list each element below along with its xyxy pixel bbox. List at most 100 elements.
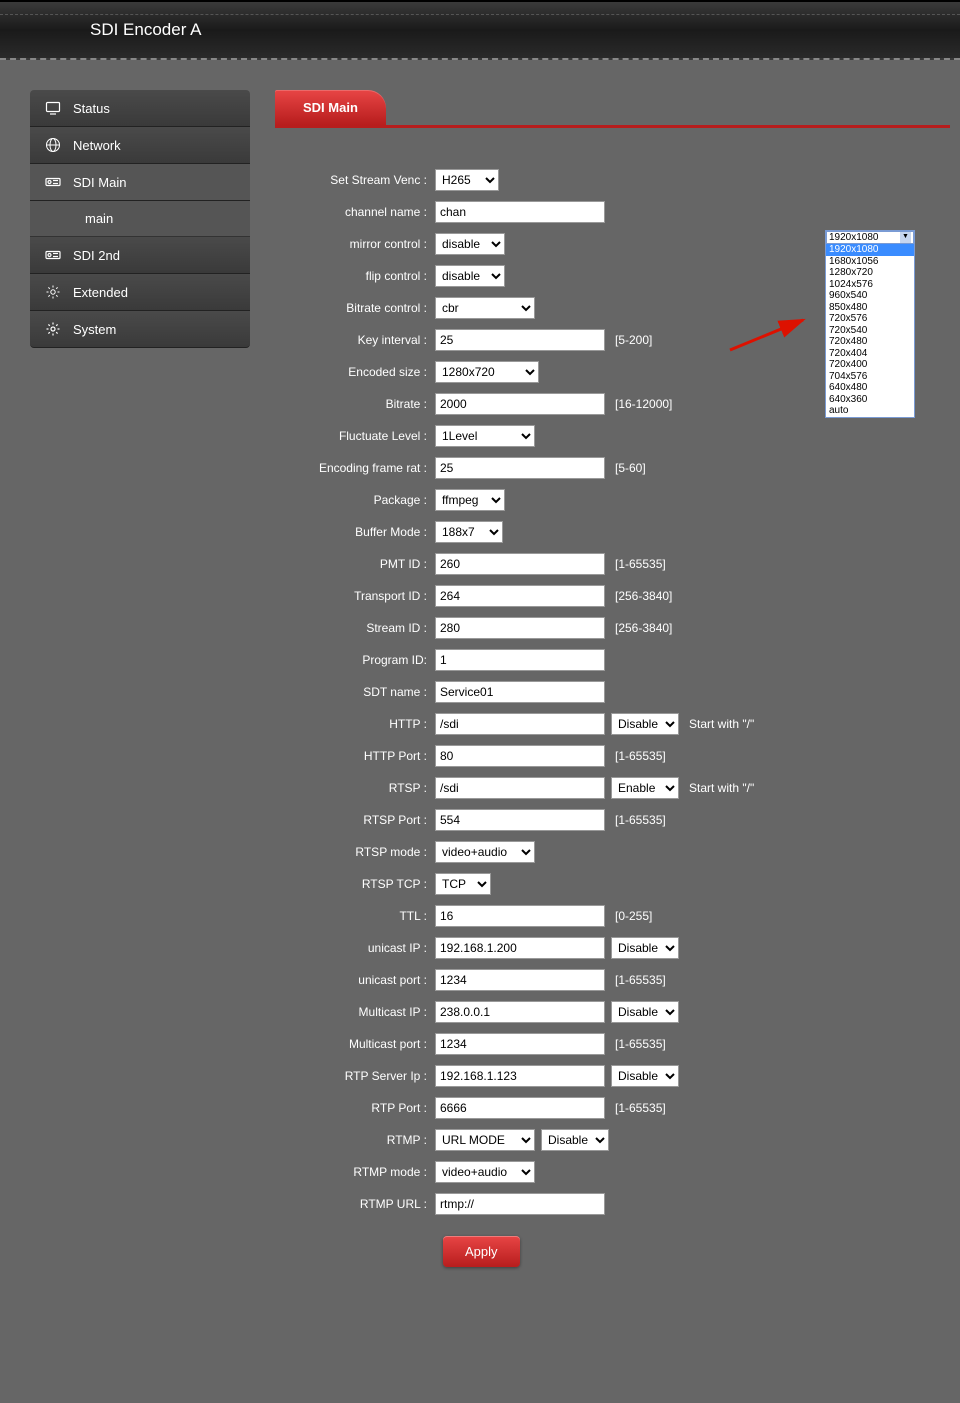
encoded-size-dropdown[interactable]: 1920x1080 ▼ 1920x1080 1680x1056 1280x720… xyxy=(825,230,915,418)
tab-sdi-main[interactable]: SDI Main xyxy=(275,90,386,125)
input-unicast-ip[interactable] xyxy=(435,937,605,959)
sidebar-item-sdi-2nd[interactable]: SDI 2nd xyxy=(30,237,250,274)
sidebar-item-system[interactable]: System xyxy=(30,311,250,348)
label-channel-name: channel name : xyxy=(275,205,435,219)
label-package: Package : xyxy=(275,493,435,507)
dropdown-option[interactable]: 1280x720 xyxy=(826,267,914,279)
input-unicast-port[interactable] xyxy=(435,969,605,991)
hint-ttl: [0-255] xyxy=(615,909,652,923)
select-package[interactable]: ffmpeg xyxy=(435,489,505,511)
dropdown-option[interactable]: 720x576 xyxy=(826,313,914,325)
sidebar-item-sdi-main[interactable]: SDI Main xyxy=(30,164,250,201)
hint-bitrate: [16-12000] xyxy=(615,397,672,411)
label-rtsp-mode: RTSP mode : xyxy=(275,845,435,859)
main-panel: SDI Main Set Stream Venc : H265 channel … xyxy=(275,90,950,1287)
input-transport-id[interactable] xyxy=(435,585,605,607)
label-multicast-ip: Multicast IP : xyxy=(275,1005,435,1019)
apply-button[interactable]: Apply xyxy=(443,1236,520,1267)
dropdown-option[interactable]: 720x540 xyxy=(826,325,914,337)
select-encoded-size[interactable]: 1280x720 xyxy=(435,361,539,383)
label-http-port: HTTP Port : xyxy=(275,749,435,763)
label-rtmp: RTMP : xyxy=(275,1133,435,1147)
input-frame-rate[interactable] xyxy=(435,457,605,479)
dropdown-option[interactable]: 720x480 xyxy=(826,336,914,348)
select-buffer-mode[interactable]: 188x7 xyxy=(435,521,503,543)
dropdown-option[interactable]: 1680x1056 xyxy=(826,256,914,268)
dropdown-option[interactable]: 640x480 xyxy=(826,382,914,394)
select-unicast-state[interactable]: Disable xyxy=(611,937,679,959)
dropdown-option[interactable]: 1024x576 xyxy=(826,279,914,291)
label-rtmp-mode: RTMP mode : xyxy=(275,1165,435,1179)
sidebar-item-status[interactable]: Status xyxy=(30,90,250,127)
dropdown-option[interactable]: 850x480 xyxy=(826,302,914,314)
input-pmt-id[interactable] xyxy=(435,553,605,575)
hint-stream-id: [256-3840] xyxy=(615,621,672,635)
dropdown-option[interactable]: 720x404 xyxy=(826,348,914,360)
label-unicast-port: unicast port : xyxy=(275,973,435,987)
input-program-id[interactable] xyxy=(435,649,605,671)
dropdown-option[interactable]: 704x576 xyxy=(826,371,914,383)
label-http: HTTP : xyxy=(275,717,435,731)
label-key-interval: Key interval : xyxy=(275,333,435,347)
input-rtmp-url[interactable] xyxy=(435,1193,605,1215)
sidebar-item-network[interactable]: Network xyxy=(30,127,250,164)
select-mirror-control[interactable]: disable xyxy=(435,233,505,255)
label-rtmp-url: RTMP URL : xyxy=(275,1197,435,1211)
tab-bar: SDI Main xyxy=(275,90,950,128)
input-rtsp[interactable] xyxy=(435,777,605,799)
input-key-interval[interactable] xyxy=(435,329,605,351)
input-multicast-ip[interactable] xyxy=(435,1001,605,1023)
select-rtsp-tcp[interactable]: TCP xyxy=(435,873,491,895)
select-multicast-state[interactable]: Disable xyxy=(611,1001,679,1023)
dropdown-option[interactable]: 1920x1080 xyxy=(826,244,914,256)
hint-rtsp: Start with "/" xyxy=(689,781,754,795)
label-rtp-server-ip: RTP Server Ip : xyxy=(275,1069,435,1083)
select-rtsp-mode[interactable]: video+audio xyxy=(435,841,535,863)
select-rtmp-state[interactable]: Disable xyxy=(541,1129,609,1151)
input-bitrate[interactable] xyxy=(435,393,605,415)
input-channel-name[interactable] xyxy=(435,201,605,223)
sidebar-item-extended[interactable]: Extended xyxy=(30,274,250,311)
label-fluctuate: Fluctuate Level : xyxy=(275,429,435,443)
sidebar-item-label: System xyxy=(73,322,116,337)
sidebar-item-label: Network xyxy=(73,138,121,153)
sidebar-subitem-main[interactable]: main xyxy=(30,201,250,237)
dropdown-selected[interactable]: 1920x1080 ▼ xyxy=(826,231,914,244)
input-ttl[interactable] xyxy=(435,905,605,927)
input-stream-id[interactable] xyxy=(435,617,605,639)
label-pmt-id: PMT ID : xyxy=(275,557,435,571)
select-rtmp-mode[interactable]: video+audio xyxy=(435,1161,535,1183)
sidebar-subitem-label: main xyxy=(85,211,113,226)
label-rtsp-tcp: RTSP TCP : xyxy=(275,877,435,891)
dropdown-option[interactable]: 640x360 xyxy=(826,394,914,406)
hint-rtsp-port: [1-65535] xyxy=(615,813,666,827)
input-multicast-port[interactable] xyxy=(435,1033,605,1055)
label-flip-control: flip control : xyxy=(275,269,435,283)
input-http[interactable] xyxy=(435,713,605,735)
select-fluctuate[interactable]: 1Level xyxy=(435,425,535,447)
label-program-id: Program ID: xyxy=(275,653,435,667)
input-rtp-server-ip[interactable] xyxy=(435,1065,605,1087)
select-rtsp-state[interactable]: Enable xyxy=(611,777,679,799)
label-multicast-port: Multicast port : xyxy=(275,1037,435,1051)
label-stream-venc: Set Stream Venc : xyxy=(275,173,435,187)
hint-rtp-port: [1-65535] xyxy=(615,1101,666,1115)
dropdown-option[interactable]: 960x540 xyxy=(826,290,914,302)
input-http-port[interactable] xyxy=(435,745,605,767)
hint-http: Start with "/" xyxy=(689,717,754,731)
dropdown-option[interactable]: auto xyxy=(826,405,914,417)
select-flip-control[interactable]: disable xyxy=(435,265,505,287)
app-header: SDI Encoder A xyxy=(0,0,960,60)
dropdown-option[interactable]: 720x400 xyxy=(826,359,914,371)
select-bitrate-control[interactable]: cbr xyxy=(435,297,535,319)
globe-icon xyxy=(45,137,61,153)
select-http-state[interactable]: Disable xyxy=(611,713,679,735)
select-rtp-state[interactable]: Disable xyxy=(611,1065,679,1087)
input-rtsp-port[interactable] xyxy=(435,809,605,831)
select-stream-venc[interactable]: H265 xyxy=(435,169,499,191)
select-rtmp[interactable]: URL MODE xyxy=(435,1129,535,1151)
input-rtp-port[interactable] xyxy=(435,1097,605,1119)
sidebar: Status Network SDI Main main SDI 2nd xyxy=(30,90,250,1287)
input-sdt-name[interactable] xyxy=(435,681,605,703)
label-rtsp-port: RTSP Port : xyxy=(275,813,435,827)
